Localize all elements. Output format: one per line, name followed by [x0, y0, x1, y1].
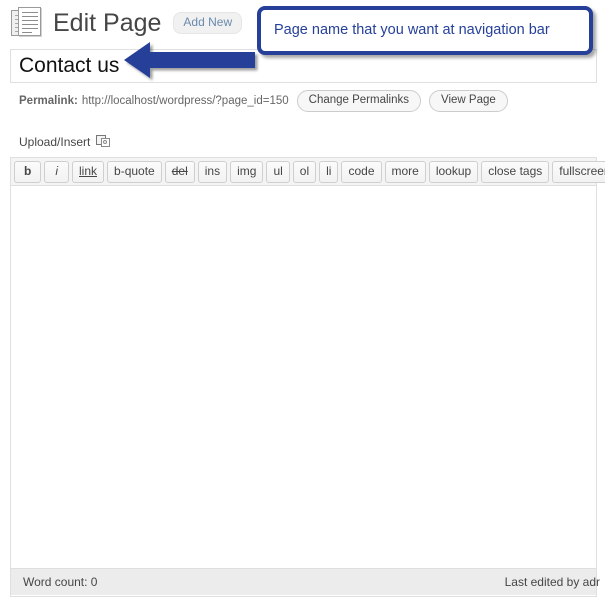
- page-title: Edit Page: [53, 9, 162, 37]
- quicktag-img[interactable]: img: [230, 160, 264, 183]
- media-upload-icon[interactable]: [96, 134, 112, 149]
- annotation-text: Page name that you want at navigation ba…: [274, 22, 550, 38]
- quicktag-lookup[interactable]: lookup: [428, 160, 479, 183]
- content-editor: b i link b-quote del ins img ul ol li code more look…: [10, 157, 605, 597]
- change-permalinks-button[interactable]: Change Permalinks: [296, 90, 421, 112]
- editor-status-bar: Word count: 0 Last edited by adr: [11, 568, 600, 595]
- quicktag-del[interactable]: del: [164, 160, 195, 183]
- quicktag-ul[interactable]: ul: [266, 160, 290, 183]
- quicktag-code[interactable]: code: [341, 160, 382, 183]
- add-new-button[interactable]: Add New: [173, 12, 243, 34]
- upload-insert-label: Upload/Insert: [19, 134, 91, 149]
- editor-textarea[interactable]: [11, 186, 596, 568]
- quicktag-close-tags[interactable]: close tags: [481, 160, 550, 183]
- permalink-label: Permalink:: [19, 95, 78, 107]
- quicktags-toolbar: b i link b-quote del ins img ul ol li code more look…: [11, 158, 605, 186]
- word-count: Word count: 0: [23, 575, 98, 589]
- quicktag-li[interactable]: li: [319, 160, 339, 183]
- permalink-row: Permalink: http://localhost/wordpress/?p…: [19, 90, 516, 112]
- quicktag-fullscreen[interactable]: fullscreen: [552, 160, 605, 183]
- pages-icon: [10, 6, 44, 40]
- quicktag-italic[interactable]: i: [44, 160, 70, 183]
- view-page-button[interactable]: View Page: [429, 90, 508, 112]
- quicktag-ins[interactable]: ins: [197, 160, 228, 183]
- annotation-callout: Page name that you want at navigation ba…: [257, 6, 593, 55]
- permalink-url: http://localhost/wordpress/?page_id=150: [81, 95, 289, 107]
- quicktag-ol[interactable]: ol: [292, 160, 317, 183]
- quicktag-more[interactable]: more: [384, 160, 426, 183]
- quicktag-link[interactable]: link: [72, 160, 105, 183]
- quicktag-bold[interactable]: b: [14, 160, 42, 183]
- edit-page-screen: Edit Page Add New Permalink: http://loca…: [0, 0, 605, 606]
- quicktag-bquote[interactable]: b-quote: [107, 160, 162, 183]
- upload-insert-row: Upload/Insert: [19, 134, 112, 149]
- last-edited-by: Last edited by adr: [504, 575, 600, 589]
